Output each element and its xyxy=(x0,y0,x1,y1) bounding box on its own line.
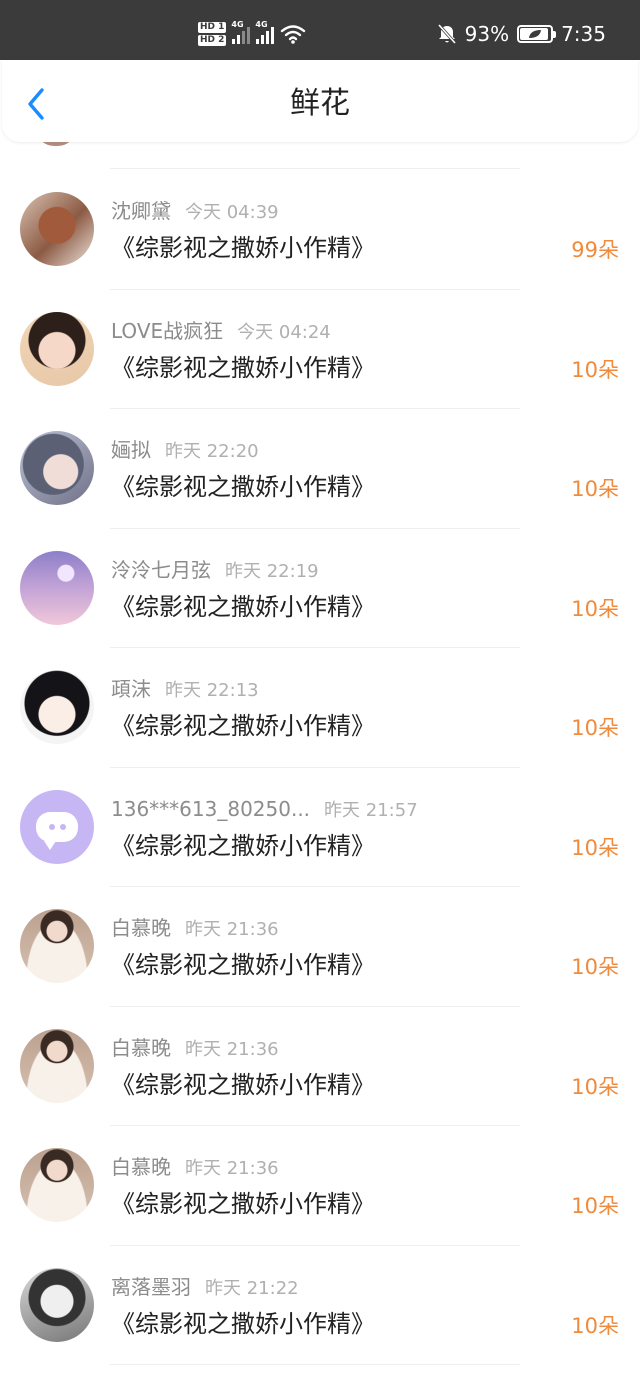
battery-percent: 93% xyxy=(464,22,510,46)
status-right: 93% 7:35 xyxy=(437,22,606,46)
wifi-icon xyxy=(281,25,306,44)
book-title: 《综影视之撒娇小作精》 xyxy=(111,1190,375,1218)
woman-portrait-avatar[interactable] xyxy=(20,909,94,983)
user-name-line: 頙沫 昨天 22:13 xyxy=(111,676,259,704)
chat-bubble-icon xyxy=(36,811,78,850)
user-name[interactable]: 白慕晚 xyxy=(111,1155,171,1179)
status-bar: HD 1 HD 2 4G 4G 93% 7:35 xyxy=(0,0,640,60)
default-chat-avatar[interactable] xyxy=(20,789,94,864)
clock: 7:35 xyxy=(561,22,606,46)
flower-count: 10朵 xyxy=(571,1194,619,1218)
user-name-line: 沈卿黛 今天 04:39 xyxy=(111,198,279,226)
timestamp: 昨天 21:22 xyxy=(205,1277,299,1299)
list-item[interactable]: 136***613_80250... 昨天 21:57 《综影视之撒娇小作精》 10朵 xyxy=(0,768,640,887)
timestamp: 昨天 21:36 xyxy=(185,1038,279,1060)
signal-icon: 4G xyxy=(231,20,251,44)
user-name[interactable]: 婳拟 xyxy=(111,438,151,462)
divider xyxy=(110,168,520,169)
user-name-line: 白慕晚 昨天 21:36 xyxy=(111,1035,279,1063)
leaf-icon xyxy=(529,30,542,38)
flower-count: 10朵 xyxy=(571,835,619,860)
list-item[interactable]: 白慕晚 昨天 21:36 《综影视之撒娇小作精》 10朵 xyxy=(0,887,640,1007)
timestamp: 昨天 22:13 xyxy=(165,680,259,701)
timestamp: 昨天 21:57 xyxy=(324,799,418,821)
timestamp: 昨天 22:19 xyxy=(225,560,319,582)
mute-bell-icon xyxy=(437,24,456,44)
bw-portrait-avatar[interactable] xyxy=(20,1267,94,1342)
list-item[interactable]: 白慕晚 昨天 21:36 《综影视之撒娇小作精》 10朵 xyxy=(0,1007,640,1126)
user-name[interactable]: 沈卿黛 xyxy=(111,199,171,223)
book-title: 《综影视之撒娇小作精》 xyxy=(111,473,375,501)
book-title: 《综影视之撒娇小作精》 xyxy=(111,712,375,740)
flower-count: 10朵 xyxy=(571,1074,619,1099)
flower-count: 10朵 xyxy=(571,357,619,382)
user-name-line: 白慕晚 昨天 21:36 xyxy=(111,1154,279,1182)
network-type-1: 4G xyxy=(231,20,244,29)
flower-count: 99朵 xyxy=(571,238,619,262)
book-title: 《综影视之撒娇小作精》 xyxy=(111,592,375,621)
battery-icon xyxy=(517,25,557,43)
user-name-line: 136***613_80250... 昨天 21:57 xyxy=(111,796,418,824)
page-title: 鲜花 xyxy=(290,86,350,121)
signal-icon: 4G xyxy=(255,20,275,44)
illustrated-girl-avatar[interactable] xyxy=(20,431,94,505)
anime-girl-avatar[interactable] xyxy=(20,670,94,744)
hd-badges: HD 1 HD 2 xyxy=(198,22,227,46)
timestamp: 昨天 21:36 xyxy=(185,919,279,940)
book-title: 《综影视之撒娇小作精》 xyxy=(111,1309,375,1338)
timestamp: 今天 04:39 xyxy=(185,202,279,223)
list-item[interactable]: 白慕晚 昨天 21:36 《综影视之撒娇小作精》 10朵 xyxy=(0,1126,640,1246)
user-name-line: LOVE战疯狂 今天 04:24 xyxy=(111,318,331,346)
flower-count: 10朵 xyxy=(571,596,619,621)
user-name[interactable]: 頙沫 xyxy=(111,677,151,701)
user-name[interactable]: 离落墨羽 xyxy=(111,1275,191,1299)
user-name[interactable]: 白慕晚 xyxy=(111,916,171,940)
user-name-line: 离落墨羽 昨天 21:22 xyxy=(111,1274,299,1302)
user-name[interactable]: 136***613_80250... xyxy=(111,797,310,821)
book-title: 《综影视之撒娇小作精》 xyxy=(111,1070,375,1099)
origami-crane-avatar[interactable] xyxy=(20,192,94,266)
book-title: 《综影视之撒娇小作精》 xyxy=(111,234,375,262)
network-indicators: HD 1 HD 2 4G 4G xyxy=(198,16,306,52)
flower-count: 10朵 xyxy=(571,955,619,979)
flower-count: 10朵 xyxy=(571,1313,619,1338)
list-item[interactable]: 泠泠七月弦 昨天 22:19 《综影视之撒娇小作精》 10朵 xyxy=(0,529,640,648)
user-name[interactable]: LOVE战疯狂 xyxy=(111,319,223,343)
user-name-line: 泠泠七月弦 昨天 22:19 xyxy=(111,557,319,585)
woman-portrait-avatar[interactable] xyxy=(20,1148,94,1222)
list-item[interactable]: LOVE战疯狂 今天 04:24 《综影视之撒娇小作精》 10朵 xyxy=(0,290,640,409)
list-item[interactable]: 离落墨羽 昨天 21:22 《综影视之撒娇小作精》 10朵 xyxy=(0,1246,640,1365)
list-item[interactable]: 婳拟 昨天 22:20 《综影视之撒娇小作精》 10朵 xyxy=(0,409,640,529)
woman-portrait-avatar[interactable] xyxy=(20,1028,94,1103)
list-item[interactable]: 沈卿黛 今天 04:39 《综影视之撒娇小作精》 99朵 xyxy=(0,170,640,290)
list-item[interactable]: 頙沫 昨天 22:13 《综影视之撒娇小作精》 10朵 xyxy=(0,648,640,768)
nav-header: 鲜花 xyxy=(2,60,638,142)
user-name-line: 白慕晚 昨天 21:36 xyxy=(111,915,279,943)
user-name-line: 婳拟 昨天 22:20 xyxy=(111,437,259,465)
divider xyxy=(110,1364,520,1365)
timestamp: 今天 04:24 xyxy=(237,321,331,343)
timestamp: 昨天 22:20 xyxy=(165,441,259,462)
flower-count: 10朵 xyxy=(571,477,619,501)
hd1-badge: HD 1 xyxy=(198,22,227,33)
user-name[interactable]: 泠泠七月弦 xyxy=(111,558,211,582)
network-type-2: 4G xyxy=(255,20,268,29)
user-name[interactable]: 白慕晚 xyxy=(111,1036,171,1060)
moon-sky-avatar[interactable] xyxy=(20,550,94,625)
timestamp: 昨天 21:36 xyxy=(185,1158,279,1179)
hd2-badge: HD 2 xyxy=(198,35,227,46)
book-title: 《综影视之撒娇小作精》 xyxy=(111,951,375,979)
girl-portrait-avatar[interactable] xyxy=(20,311,94,386)
flower-gift-list[interactable]: 沈卿黛 今天 04:39 《综影视之撒娇小作精》 99朵 LOVE战疯狂 今天 04:24… xyxy=(0,170,640,1365)
book-title: 《综影视之撒娇小作精》 xyxy=(111,831,375,860)
flower-count: 10朵 xyxy=(571,716,619,740)
book-title: 《综影视之撒娇小作精》 xyxy=(111,353,375,382)
